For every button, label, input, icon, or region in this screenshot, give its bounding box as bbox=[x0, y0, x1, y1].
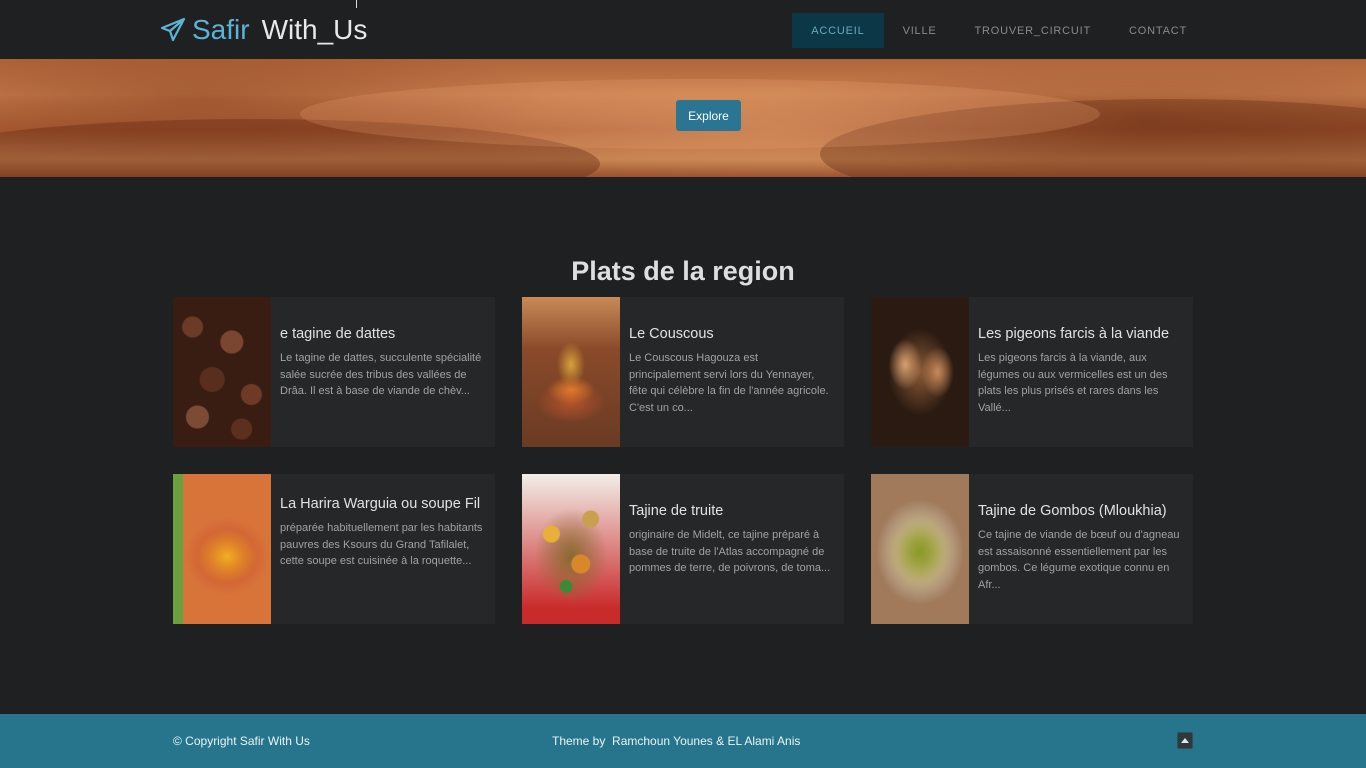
dish-image bbox=[173, 474, 271, 624]
dish-card[interactable]: Les pigeons farcis à la viande Les pigeo… bbox=[871, 297, 1193, 447]
dish-card[interactable]: Tajine de Gombos (Mloukhia) Ce tajine de… bbox=[871, 474, 1193, 624]
hero-heading-partial bbox=[230, 59, 1200, 96]
hero-banner: Explore bbox=[0, 59, 1366, 177]
dish-image bbox=[871, 474, 969, 624]
dish-image bbox=[522, 297, 620, 447]
nav-item-contact[interactable]: CONTACT bbox=[1110, 13, 1206, 48]
dish-title[interactable]: Le Couscous bbox=[629, 326, 832, 342]
dish-description: Le Couscous Hagouza est principalement s… bbox=[629, 352, 829, 415]
back-to-top-button[interactable] bbox=[1177, 732, 1193, 749]
hero-heading-clipped-letters bbox=[230, 59, 1200, 81]
nav-item-accueil[interactable]: ACCUEIL bbox=[792, 13, 884, 48]
dish-description: Les pigeons farcis à la viande, aux légu… bbox=[978, 352, 1168, 415]
dish-card[interactable]: La Harira Warguia ou soupe Fil préparée … bbox=[173, 474, 495, 624]
dish-description: préparée habituellement par les habitant… bbox=[280, 522, 483, 568]
dish-card[interactable]: Le Couscous Le Couscous Hagouza est prin… bbox=[522, 297, 844, 447]
dish-card[interactable]: Tajine de truite originaire de Midelt, c… bbox=[522, 474, 844, 624]
dish-description: Ce tajine de viande de bœuf ou d'agneau … bbox=[978, 529, 1180, 592]
nav-item-ville[interactable]: VILLE bbox=[884, 13, 956, 48]
dish-description: Le tagine de dattes, succulente spéciali… bbox=[280, 352, 482, 398]
paper-plane-icon bbox=[160, 17, 186, 43]
brand-name-secondary: With_Us bbox=[261, 14, 368, 45]
dish-image bbox=[522, 474, 620, 624]
top-navbar: Safir With_Us ACCUEIL VILLE TROUVER_CIRC… bbox=[0, 0, 1366, 59]
dish-title[interactable]: Tajine de truite bbox=[629, 503, 832, 519]
brand-logo-link[interactable]: Safir With_Us bbox=[160, 12, 367, 48]
dish-card[interactable]: e tagine de dattes Le tagine de dattes, … bbox=[173, 297, 495, 447]
brand-name-primary: Safir bbox=[192, 14, 250, 45]
nav-item-trouver-circuit[interactable]: TROUVER_CIRCUIT bbox=[956, 13, 1111, 48]
dish-image bbox=[871, 297, 969, 447]
dish-title[interactable]: Les pigeons farcis à la viande bbox=[978, 326, 1181, 342]
page-footer: © Copyright Safir With Us Theme by Ramch… bbox=[0, 714, 1366, 768]
footer-theme-credits: Theme by Ramchoun Younes & EL Alami Anis bbox=[552, 734, 801, 748]
text-cursor bbox=[356, 0, 357, 8]
main-menu: ACCUEIL VILLE TROUVER_CIRCUIT CONTACT bbox=[792, 13, 1206, 48]
chevron-up-icon bbox=[1181, 738, 1189, 743]
dish-image bbox=[173, 297, 271, 447]
dish-title[interactable]: La Harira Warguia ou soupe Fil bbox=[280, 496, 483, 512]
dish-description: originaire de Midelt, ce tajine préparé … bbox=[629, 529, 831, 575]
dish-title[interactable]: e tagine de dattes bbox=[280, 326, 483, 342]
dish-title[interactable]: Tajine de Gombos (Mloukhia) bbox=[978, 503, 1181, 519]
explore-button[interactable]: Explore bbox=[676, 100, 741, 131]
footer-copyright: © Copyright Safir With Us bbox=[173, 734, 310, 748]
section-title: Plats de la region bbox=[571, 256, 795, 286]
